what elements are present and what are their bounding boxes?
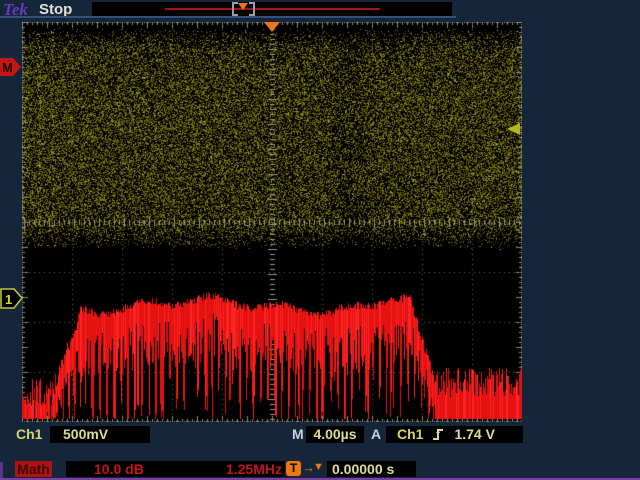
timebase-label: M — [292, 426, 304, 442]
svg-text:1: 1 — [5, 292, 12, 307]
graticule-area — [22, 22, 522, 422]
ch1-label: Ch1 — [16, 426, 43, 442]
trigger-indicator-triangle-icon: ▼ — [313, 461, 324, 473]
math-color-sliver — [0, 462, 3, 478]
record-waveform-line — [165, 8, 380, 10]
trigger-indicator-icon: T — [286, 461, 301, 476]
timebase-readout: 4.00µs — [306, 426, 364, 443]
trigger-level-marker-icon — [507, 123, 520, 135]
trigger-level-readout: 1.74 V — [454, 426, 495, 442]
horizontal-position-readout: 0.00000 s — [327, 461, 416, 477]
svg-text:M: M — [2, 60, 13, 75]
ch1-scale-readout: 500mV — [50, 426, 150, 443]
math-vertical-scale: 10.0 dB — [94, 461, 144, 477]
math-label: Math — [15, 461, 52, 477]
waveform-display — [22, 22, 522, 422]
header-divider — [0, 16, 456, 18]
rising-edge-icon — [433, 429, 444, 440]
trigger-mode-label: A — [371, 426, 382, 442]
math-scale-readout: 10.0 dB 1.25MHz — [66, 461, 285, 477]
math-horizontal-scale: 1.25MHz — [225, 461, 282, 477]
ch1-reference-marker: 1 — [0, 288, 23, 309]
record-trigger-marker-icon — [238, 3, 248, 10]
math-reference-marker: M — [0, 58, 21, 76]
trigger-source: Ch1 — [397, 426, 424, 442]
window-bracket-right — [249, 2, 255, 16]
trigger-readout: Ch1 1.74 V — [386, 426, 523, 443]
oscilloscope-screen: Tek Stop M 1 Ch1 500mV M 4.00µs A Ch1 1.… — [0, 0, 640, 480]
trigger-position-marker-icon — [264, 22, 280, 32]
record-position-bar — [92, 2, 452, 16]
